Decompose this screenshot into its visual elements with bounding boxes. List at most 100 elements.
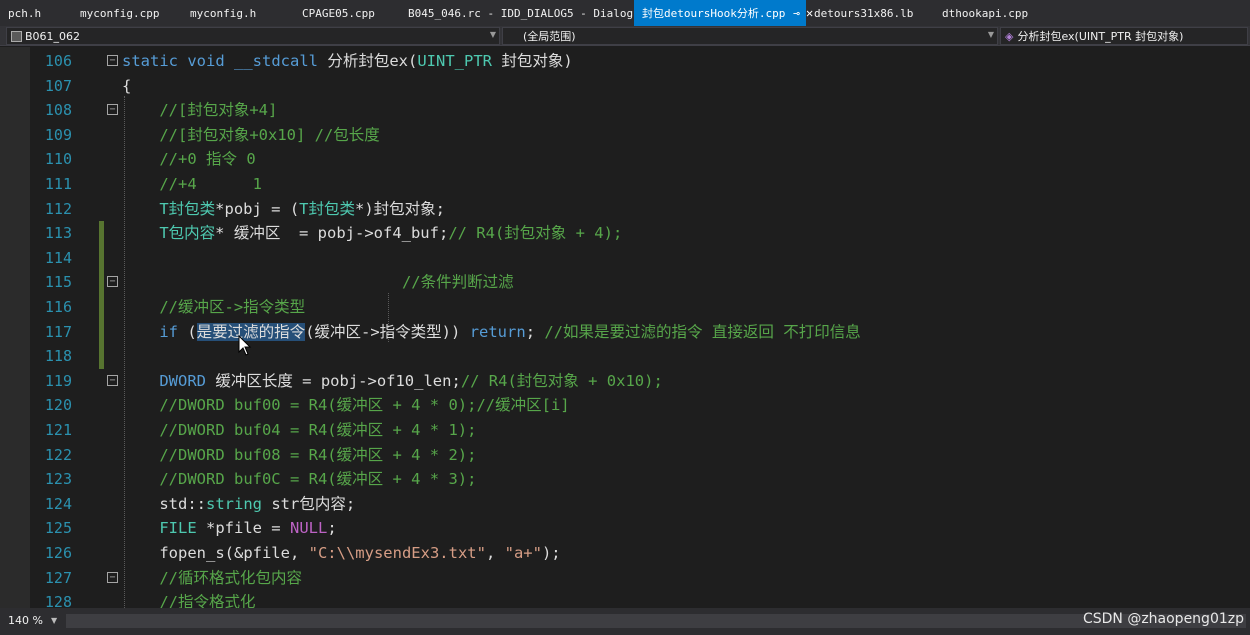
code-token: //缓冲区->指令类型 [159,298,306,316]
code-token: 缓冲区长度 = pobj->of10_len; [215,371,461,390]
code-line[interactable]: 120 //DWORD buf00 = R4(缓冲区 + 4 * 0);//缓冲… [0,393,1250,418]
code-token: fopen_s(&pfile, [122,544,309,562]
code-line[interactable]: 111 //+4 1 [0,172,1250,197]
code-text: { [122,74,131,99]
tab-label: dthookapi.cpp [942,6,1029,20]
code-text: //+0 指令 0 [122,147,255,172]
tab-label: CPAGE05.cpp [302,6,375,20]
collapse-icon[interactable]: − [107,55,118,66]
code-text: //+4 1 [122,172,262,197]
code-line[interactable]: 110 //+0 指令 0 [0,147,1250,172]
line-number: 123 [44,470,72,489]
code-token: (缓冲区->指令类型)) [305,322,470,341]
code-token: //循环格式化包内容 [159,568,302,587]
function-name: 分析封包ex(UINT_PTR 封包对象) [1017,30,1184,43]
code-line[interactable]: 121 //DWORD buf04 = R4(缓冲区 + 4 * 1); [0,418,1250,443]
horizontal-scrollbar[interactable] [66,614,1246,628]
code-token: T封包类 [299,199,356,218]
code-line[interactable]: 113 T包内容* 缓冲区 = pobj->of4_buf;// R4(封包对象… [0,221,1250,246]
code-line[interactable]: 112 T封包类*pobj = (T封包类*)封包对象; [0,197,1250,222]
function-dropdown[interactable]: ◈ 分析封包ex(UINT_PTR 封包对象) [1000,27,1248,45]
code-token: DWORD [159,371,216,390]
code-text: DWORD 缓冲区长度 = pobj->of10_len;// R4(封包对象 … [122,369,663,394]
code-line[interactable]: 126 fopen_s(&pfile, "C:\\mysendEx3.txt",… [0,541,1250,566]
collapse-icon[interactable]: − [107,276,118,288]
code-line[interactable]: 114 [0,245,1250,271]
code-token: "C:\\mysendEx3.txt" [308,544,486,562]
chevron-down-icon: ▼ [987,30,994,39]
tab-0[interactable]: pch.h [0,0,72,26]
code-line[interactable]: 118 [0,344,1250,369]
code-token: str包内容; [262,494,356,513]
code-editor[interactable]: 106− static void __stdcall 分析封包ex(UINT_PT… [0,47,1250,608]
tab-2[interactable]: myconfig.h [182,0,294,26]
code-token: void [187,52,234,70]
code-line[interactable]: 122 //DWORD buf08 = R4(缓冲区 + 4 * 2); [0,443,1250,468]
chevron-down-icon: ▼ [489,30,496,39]
code-line[interactable]: 109 //[封包对象+0x10] //包长度 [0,123,1250,148]
code-line[interactable]: 115 − //条件判断过滤 [0,270,1250,295]
line-number: 127 [44,568,72,587]
collapse-icon[interactable]: − [107,571,118,583]
line-number: 128 [44,593,72,608]
line-number: 121 [44,421,72,439]
code-text: //[封包对象+4] [122,98,277,123]
code-line[interactable]: 127 − //循环格式化包内容 [0,566,1250,591]
code-token: NULL [289,519,328,538]
code-token: UINT_PTR [417,52,492,70]
collapse-icon[interactable]: − [107,374,118,386]
line-number: 111 [44,175,72,193]
code-text: //[封包对象+0x10] //包长度 [122,123,379,148]
code-line[interactable]: 125 FILE *pfile = NULL; [0,516,1250,541]
tab-4[interactable]: B045_046.rc - IDD_DIALOG5 - Dialog [400,0,634,26]
code-text: if (是要过滤的指令(缓冲区->指令类型)) return; //如果是要过滤… [122,320,861,345]
code-line[interactable]: 124 std::string str包内容; [0,492,1250,517]
code-text: //指令格式化 [122,590,256,608]
pin-icon[interactable]: ⊸ [793,7,800,20]
code-token: // R4(封包对象 + 0x10); [460,371,663,390]
code-token: //条件判断过滤 [401,273,514,292]
chevron-down-icon: ▼ [50,616,58,625]
code-line[interactable]: 117 if (是要过滤的指令(缓冲区->指令类型)) return; //如果… [0,319,1250,345]
code-token: __stdcall [234,52,328,70]
code-token: 封包对象) [491,52,573,70]
code-line[interactable]: 116 //缓冲区->指令类型 [0,295,1250,320]
scope-dropdown[interactable]: (全局范围) ▼ [502,27,998,45]
tab-3[interactable]: CPAGE05.cpp [294,0,400,26]
tab-1[interactable]: myconfig.cpp [72,0,182,26]
line-number: 115 [44,273,72,292]
code-text: //循环格式化包内容 [122,566,302,591]
tab-5[interactable]: 封包detoursHook分析.cpp ⊸ ✕ [634,0,813,26]
code-line[interactable]: 108 − //[封包对象+4] [0,98,1250,123]
tab-label: myconfig.cpp [80,6,160,20]
tab-7[interactable]: dthookapi.cpp [934,0,1044,26]
code-line[interactable]: 119 − DWORD 缓冲区长度 = pobj->of10_len;// R4(… [0,369,1250,394]
collapse-icon[interactable]: − [107,104,118,116]
code-token: //如果是要过滤的指令 直接返回 不打印信息 [544,322,861,341]
line-number: 124 [44,494,72,513]
tab-6[interactable]: detours31x86.lb [806,0,934,26]
zoom-dropdown[interactable]: 140 % ▼ [4,612,62,629]
code-token: string [206,494,262,513]
code-line[interactable]: 107 { [0,74,1250,99]
tab-label: myconfig.h [190,6,257,20]
code-text: static void __stdcall 分析封包ex(UINT_PTR 封包… [122,49,573,74]
code-line[interactable]: 106 − static void __stdcall 分析封包ex(UINT_PT… [0,49,1250,74]
zoom-level: 140 % [8,614,43,627]
project-dropdown[interactable]: B061_062 ▼ [6,27,500,45]
code-token: //指令格式化 [159,593,256,608]
code-token: ; [327,519,337,538]
line-number: 117 [44,322,72,341]
code-line[interactable]: 123 //DWORD buf0C = R4(缓冲区 + 4 * 3); [0,467,1250,492]
code-line[interactable]: 128 //指令格式化 [0,590,1250,608]
code-token: , [485,544,505,562]
project-icon [11,30,22,42]
